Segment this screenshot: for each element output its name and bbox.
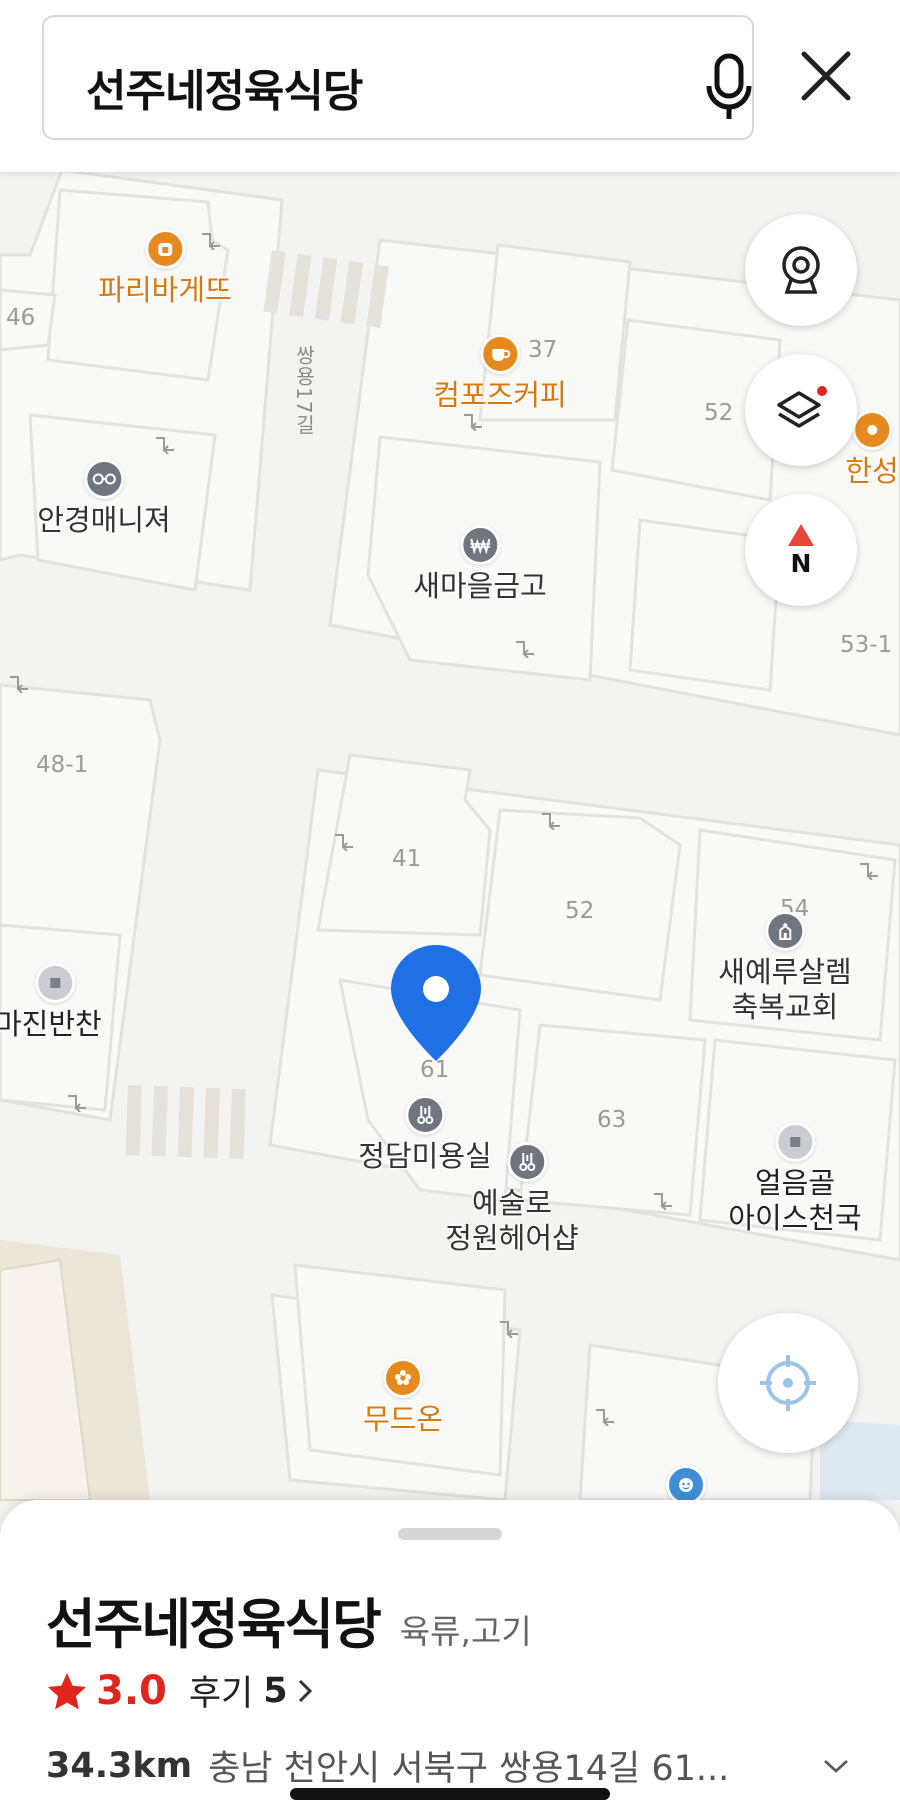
reviews-link[interactable]: 후기 5	[189, 1665, 316, 1716]
restaurant-icon	[852, 410, 892, 450]
poi-label: 안경매니져	[37, 503, 171, 537]
entrance-icon	[654, 1193, 672, 1210]
poi-yesullo-hair-shop[interactable]: 예술로 정원헤어샵	[445, 1142, 579, 1257]
place-name: 선주네정육식당	[46, 1593, 382, 1656]
entrance-icon	[860, 863, 878, 880]
microphone-icon	[706, 53, 752, 119]
entrance-icon	[10, 676, 28, 693]
entrance-icon	[68, 1095, 86, 1112]
poi-label: 얼음골 아이스천국	[728, 1166, 862, 1236]
flower-icon	[382, 1358, 423, 1398]
poi-label: 정담미용실	[358, 1139, 492, 1173]
poi-label: 한성	[845, 454, 899, 488]
block-number: 48-1	[36, 752, 89, 778]
selected-place-marker[interactable]	[387, 941, 485, 1065]
cctv-icon	[782, 246, 820, 294]
poi-label: 엄마진반찬	[0, 1007, 102, 1041]
sheet-drag-handle[interactable]	[398, 1528, 502, 1540]
entrance-icon	[335, 834, 353, 851]
compass-north-label: N	[790, 548, 812, 578]
poi-jeongdam-salon[interactable]: 정담미용실	[358, 1095, 492, 1174]
store-icon	[775, 1122, 815, 1162]
rating-row: 3.0 후기 5	[46, 1665, 316, 1716]
entrance-icon	[156, 437, 174, 454]
poi-label: 예술로 정원헤어샵	[445, 1186, 579, 1256]
entrance-icon	[464, 414, 482, 431]
place-title-row: 선주네정육식당 육류,고기	[46, 1580, 532, 1659]
poi-label: 새예루살렘 축복교회	[718, 955, 852, 1025]
search-input[interactable]: 선주네정육식당	[42, 15, 754, 140]
star-icon	[48, 1672, 86, 1709]
distance-text: 34.3km	[46, 1745, 193, 1786]
store-icon	[35, 963, 75, 1003]
layers-icon	[777, 386, 827, 428]
address-expand-button[interactable]	[816, 1746, 856, 1786]
hair-salon-icon	[405, 1095, 445, 1135]
map-layers-button[interactable]	[745, 354, 857, 466]
poi-kids[interactable]	[666, 1465, 706, 1505]
address-row: 34.3km 충남 천안시 서북구 쌍용14길 61...	[46, 1740, 856, 1791]
block-number: 41	[392, 846, 422, 872]
block-number: 52	[565, 898, 595, 924]
entrance-icon	[516, 641, 534, 658]
poi-label: 컴포즈커피	[433, 378, 567, 412]
bank-icon	[460, 525, 500, 565]
poi-mood-on[interactable]: 무드온	[363, 1358, 443, 1437]
compass-button[interactable]: N	[745, 494, 857, 606]
entrance-icon	[596, 1409, 614, 1426]
poi-eoreumgol-ice[interactable]: 얼음골 아이스천국	[728, 1122, 862, 1237]
address-text: 충남 천안시 서북구 쌍용14길 61...	[208, 1749, 730, 1789]
poi-label: 파리바게뜨	[98, 273, 232, 307]
block-number: 52	[704, 400, 734, 426]
hair-salon-icon	[507, 1142, 547, 1182]
church-icon	[765, 911, 805, 951]
bakery-icon	[145, 229, 185, 269]
entrance-icon	[500, 1321, 518, 1338]
review-count: 5	[263, 1670, 288, 1711]
voice-search-button[interactable]	[694, 47, 764, 127]
current-location-button[interactable]	[718, 1313, 858, 1453]
poi-glasses-manager[interactable]: 안경매니져	[37, 459, 171, 538]
block-number: 63	[597, 1107, 627, 1133]
poi-label: 새마을금고	[413, 569, 547, 603]
poi-mom-side-dish[interactable]: 엄마진반찬	[0, 963, 102, 1042]
place-detail-sheet[interactable]: 선주네정육식당 육류,고기 3.0 후기 5 34.3km 충남 천안시 서북구…	[0, 1500, 900, 1810]
poi-compose-coffee[interactable]: 컴포즈커피	[433, 334, 567, 413]
entrance-icon	[542, 813, 560, 830]
home-indicator	[290, 1788, 610, 1800]
coffee-icon	[480, 334, 520, 374]
search-query-text: 선주네정육식당	[86, 66, 363, 117]
close-icon	[801, 51, 851, 101]
place-category: 육류,고기	[399, 1612, 532, 1651]
search-header: 선주네정육식당	[0, 0, 900, 172]
poi-new-jerusalem-church[interactable]: 새예루살렘 축복교회	[718, 911, 852, 1026]
poi-label: 무드온	[362, 1402, 444, 1436]
poi-saemaeul-bank[interactable]: 새마을금고	[413, 525, 547, 604]
block-number: 46	[6, 305, 36, 331]
block-number: 53-1	[840, 632, 893, 658]
chevron-right-icon	[298, 1679, 312, 1702]
cctv-button[interactable]	[745, 214, 857, 326]
chevron-down-icon	[824, 1759, 848, 1773]
north-arrow-icon	[788, 523, 814, 546]
close-button[interactable]	[790, 40, 862, 112]
rating-value: 3.0	[96, 1667, 167, 1714]
road-name: 쌍용17길	[292, 345, 316, 436]
glasses-icon	[84, 459, 124, 499]
review-label: 후기	[188, 1674, 254, 1714]
kids-icon	[666, 1465, 706, 1505]
crosshair-icon	[760, 1355, 816, 1411]
poi-paris-baguette[interactable]: 파리바게뜨	[98, 229, 232, 308]
